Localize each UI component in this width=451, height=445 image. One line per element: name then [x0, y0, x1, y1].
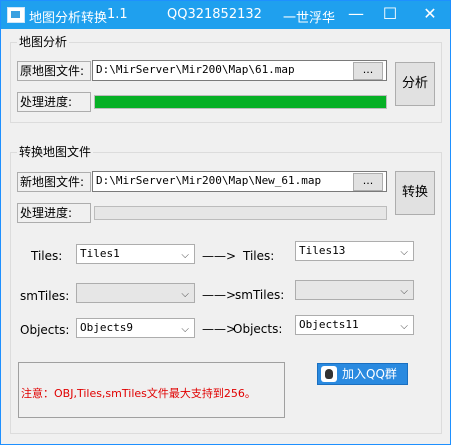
- tiles-target-label: Tiles:: [243, 249, 275, 263]
- note-text: 注意：OBJ,Tiles,smTiles文件最大支持到256。: [21, 387, 256, 400]
- window-version: 1.1: [107, 7, 128, 22]
- objects-source-select[interactable]: Objects9 ⌵: [76, 318, 195, 338]
- analyze-button[interactable]: 分析: [395, 62, 435, 106]
- target-path-field[interactable]: D:\MirServer\Mir200\Map\New_61.map: [92, 171, 387, 192]
- source-path-field[interactable]: D:\MirServer\Mir200\Map\61.map: [92, 60, 387, 81]
- title-bar[interactable]: 地图分析转换 1.1 QQ321852132 一世浮华 — ☐ ✕: [1, 1, 450, 29]
- smtiles-target-label: smTiles:: [235, 288, 285, 302]
- window-qq: QQ321852132: [167, 7, 262, 22]
- tiles-source-value: Tiles1: [80, 247, 120, 260]
- join-qq-group-label: 加入QQ群: [342, 367, 397, 381]
- convert-button[interactable]: 转换: [395, 171, 435, 215]
- objects-mapping-arrow: ——>: [202, 322, 237, 336]
- analysis-progress-label: 处理进度:: [17, 92, 91, 112]
- target-file-label: 新地图文件:: [17, 172, 91, 192]
- convert-progress-label: 处理进度:: [17, 203, 91, 223]
- smtiles-target-select[interactable]: ⌵: [295, 280, 414, 300]
- analysis-progress-fill: [95, 96, 386, 108]
- chevron-down-icon: ⌵: [181, 250, 189, 261]
- app-icon: [7, 7, 25, 23]
- chevron-down-icon: ⌵: [181, 324, 189, 335]
- objects-source-value: Objects9: [80, 321, 133, 334]
- window-author: 一世浮华: [283, 11, 336, 26]
- smtiles-mapping-arrow: ——>: [202, 288, 237, 302]
- chevron-down-icon: ⌵: [400, 286, 408, 297]
- note-box: 注意：OBJ,Tiles,smTiles文件最大支持到256。: [18, 362, 285, 418]
- chevron-down-icon: ⌵: [400, 247, 408, 258]
- convert-progress-bar: [94, 206, 387, 220]
- objects-target-value: Objects11: [299, 318, 359, 331]
- chevron-down-icon: ⌵: [400, 321, 408, 332]
- objects-target-select[interactable]: Objects11 ⌵: [295, 315, 414, 335]
- objects-source-label: Objects:: [20, 323, 70, 337]
- tiles-source-label: Tiles:: [31, 249, 63, 263]
- chevron-down-icon: ⌵: [181, 289, 189, 300]
- app-window: 地图分析转换 1.1 QQ321852132 一世浮华 — ☐ ✕ 地图分析 原…: [0, 0, 451, 445]
- smtiles-source-select[interactable]: ⌵: [76, 283, 195, 303]
- close-button[interactable]: ✕: [413, 1, 447, 29]
- smtiles-source-label: smTiles:: [20, 289, 70, 303]
- window-title: 地图分析转换: [29, 11, 108, 26]
- analysis-progress-bar: [94, 95, 387, 109]
- tiles-target-select[interactable]: Tiles13 ⌵: [295, 241, 414, 261]
- objects-target-label: Objects:: [233, 322, 283, 336]
- analysis-group-title: 地图分析: [17, 33, 70, 50]
- join-qq-group-button[interactable]: 加入QQ群: [317, 363, 408, 385]
- source-file-label: 原地图文件:: [17, 61, 91, 81]
- qq-penguin-icon: [321, 366, 337, 382]
- minimize-button[interactable]: —: [339, 1, 373, 29]
- tiles-target-value: Tiles13: [299, 244, 346, 257]
- source-browse-button[interactable]: ...: [353, 62, 383, 80]
- target-browse-button[interactable]: ...: [353, 173, 383, 191]
- convert-group-title: 转换地图文件: [17, 143, 94, 160]
- maximize-button[interactable]: ☐: [373, 1, 407, 29]
- tiles-mapping-arrow: ——>: [202, 249, 237, 263]
- tiles-source-select[interactable]: Tiles1 ⌵: [76, 244, 195, 264]
